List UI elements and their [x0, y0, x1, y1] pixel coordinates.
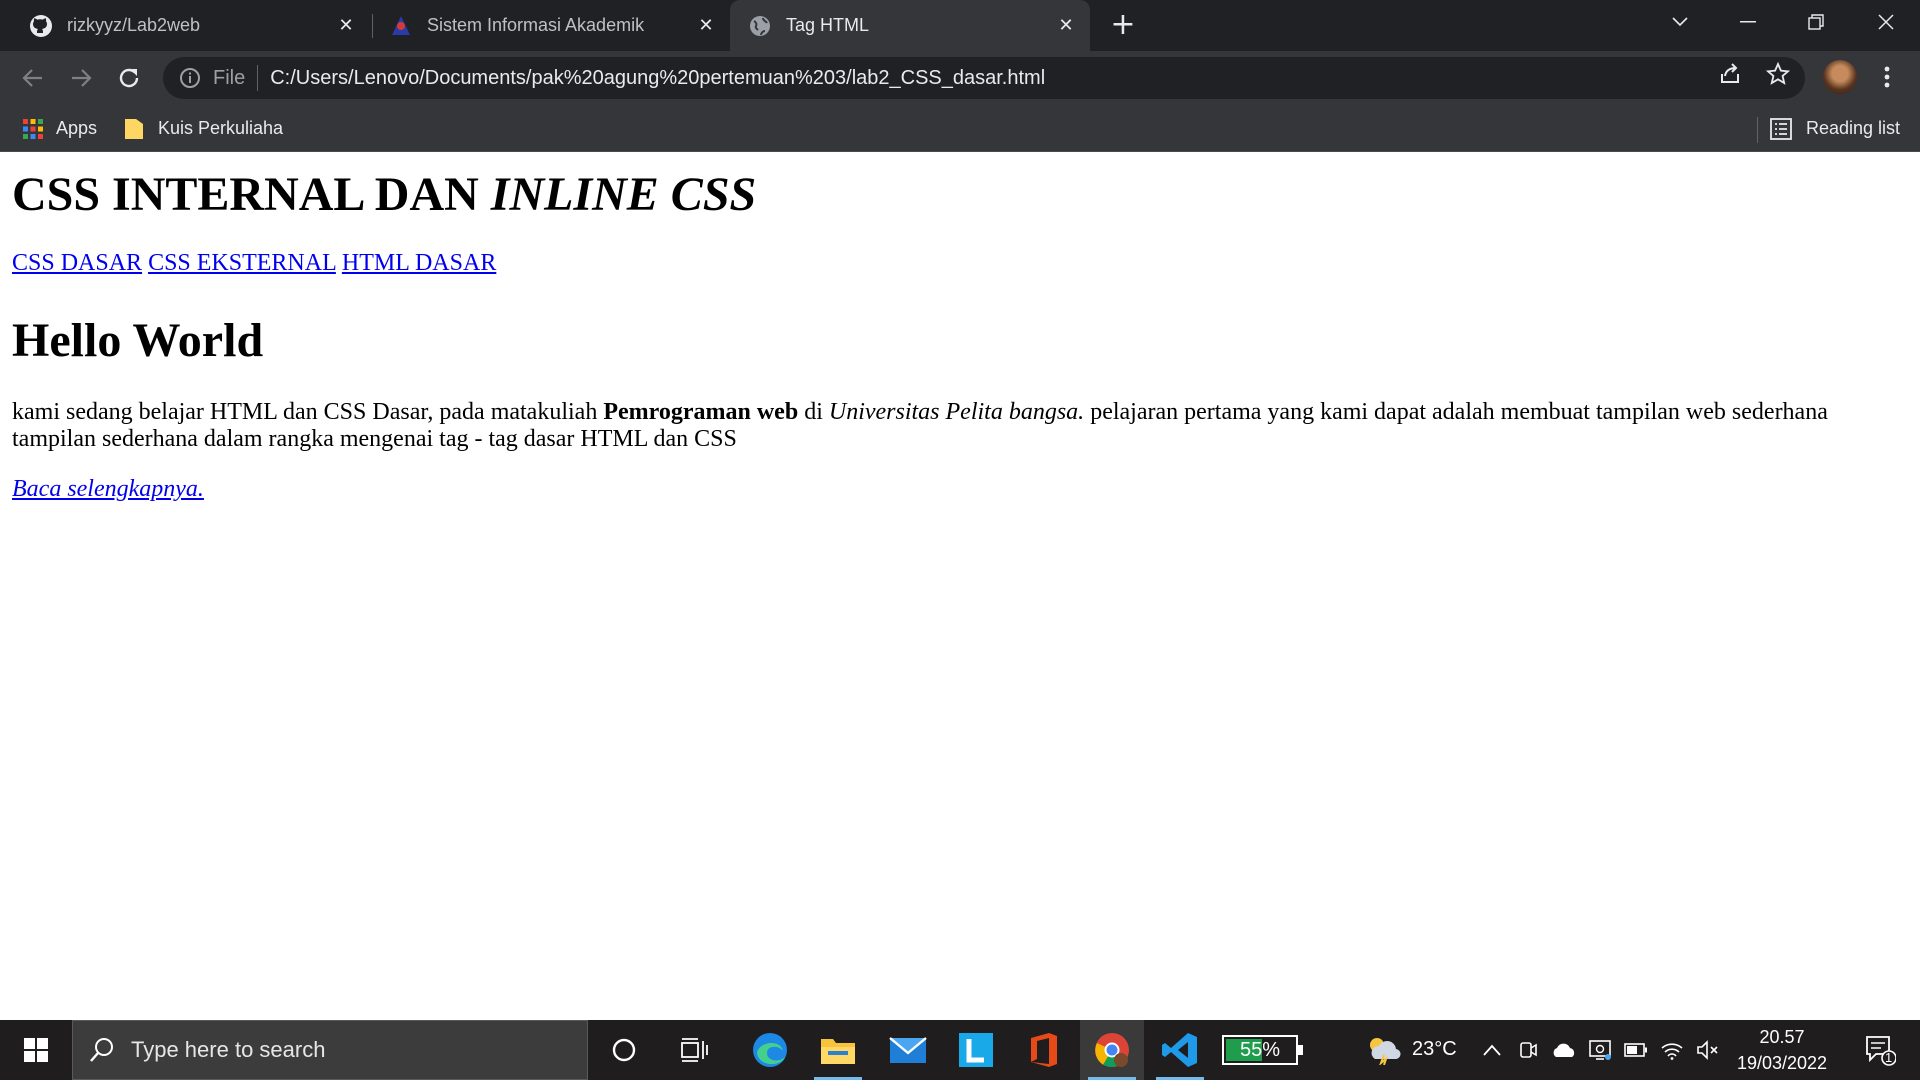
- battery-indicator[interactable]: 55%: [1222, 1035, 1303, 1065]
- tab-siakad[interactable]: Sistem Informasi Akademik ✕: [360, 0, 730, 51]
- tab-title: rizkyyz/Lab2web: [67, 15, 201, 35]
- weather-temp[interactable]: 23°C: [1412, 1038, 1457, 1061]
- nav-links: CSS DASAR CSS EKSTERNAL HTML DASAR: [12, 250, 496, 277]
- tab-tag-html[interactable]: Tag HTML ✕: [730, 0, 1090, 51]
- bookmarks-separator: [1757, 117, 1758, 143]
- battery-percent: 55%: [1239, 1039, 1281, 1061]
- menu-dots-icon[interactable]: [1872, 62, 1902, 92]
- intro-paragraph: kami sedang belajar HTML dan CSS Dasar, …: [12, 399, 1902, 453]
- l-app-icon[interactable]: [944, 1020, 1008, 1080]
- bookmark-apps[interactable]: Apps: [22, 105, 97, 152]
- vscode-icon[interactable]: [1148, 1020, 1212, 1080]
- link-css-dasar[interactable]: CSS DASAR: [12, 250, 142, 276]
- notification-count: 1: [1885, 1050, 1893, 1065]
- close-window-button[interactable]: [1858, 0, 1914, 44]
- forward-button[interactable]: [64, 61, 98, 95]
- tab-search-icon[interactable]: [1652, 0, 1708, 44]
- battery-tray-icon[interactable]: [1622, 1037, 1650, 1063]
- reading-list-label: Reading list: [1806, 118, 1901, 138]
- sync-display-icon[interactable]: [1586, 1037, 1614, 1063]
- office-icon[interactable]: [1012, 1020, 1076, 1080]
- tab-title: Tag HTML: [786, 15, 870, 35]
- paragraph-bold: Pemrograman web: [603, 399, 799, 425]
- globe-icon: [748, 14, 772, 38]
- chrome-icon[interactable]: [1080, 1020, 1144, 1080]
- task-view-icon[interactable]: [662, 1020, 726, 1080]
- info-icon[interactable]: [179, 67, 201, 89]
- web-page: CSS INTERNAL DAN INLINE CSS CSS DASAR CS…: [0, 153, 1920, 1020]
- windows-taskbar: Type here to search 55% 23°C 20.57 19/03…: [0, 1020, 1920, 1080]
- wifi-icon[interactable]: [1658, 1037, 1686, 1063]
- paragraph-text: kami sedang belajar HTML dan CSS Dasar, …: [12, 399, 604, 425]
- file-explorer-icon[interactable]: [806, 1020, 870, 1080]
- folder-icon: [124, 118, 144, 140]
- link-html-dasar[interactable]: HTML DASAR: [342, 250, 496, 276]
- bookmark-label: Kuis Perkuliaha: [158, 118, 284, 138]
- restore-button[interactable]: [1788, 0, 1844, 44]
- heading-italic-text: INLINE CSS: [490, 168, 757, 221]
- tab-title: Sistem Informasi Akademik: [427, 15, 645, 35]
- cortana-icon[interactable]: [592, 1020, 656, 1080]
- reading-list-icon: [1770, 117, 1792, 140]
- reading-list-button[interactable]: Reading list: [1770, 105, 1900, 152]
- minimize-button[interactable]: [1720, 0, 1776, 44]
- bookmark-star-icon[interactable]: [1763, 59, 1793, 89]
- notification-center-icon[interactable]: 1: [1855, 1020, 1905, 1080]
- github-icon: [29, 14, 53, 38]
- mail-icon[interactable]: [876, 1020, 940, 1080]
- browser-toolbar: File C:/Users/Lenovo/Documents/pak%20agu…: [0, 51, 1920, 105]
- apps-grid-icon: [22, 118, 44, 140]
- close-tab-icon[interactable]: ✕: [1052, 12, 1080, 40]
- chevron-up-icon[interactable]: [1478, 1037, 1506, 1063]
- bookmark-label: Apps: [56, 118, 98, 138]
- meet-now-icon[interactable]: [1514, 1037, 1542, 1063]
- taskbar-search[interactable]: Type here to search: [72, 1020, 588, 1080]
- tab-github[interactable]: rizkyyz/Lab2web ✕: [0, 0, 370, 51]
- weather-storm-icon[interactable]: [1366, 1037, 1402, 1065]
- bookmarks-bar: Apps Kuis Perkuliaha Reading list: [0, 105, 1920, 152]
- clock-time: 20.57: [1759, 1027, 1805, 1047]
- profile-avatar[interactable]: [1823, 60, 1857, 94]
- share-icon[interactable]: [1715, 59, 1745, 89]
- read-more-link[interactable]: Baca selengkapnya.: [12, 476, 204, 503]
- search-placeholder: Type here to search: [131, 1037, 326, 1062]
- new-tab-button[interactable]: +: [1108, 10, 1138, 41]
- heading-plain-text: CSS INTERNAL DAN: [12, 168, 491, 221]
- paragraph-text: di: [798, 399, 829, 425]
- tab-strip: rizkyyz/Lab2web ✕ Sistem Informasi Akade…: [0, 0, 1920, 51]
- campus-logo-icon: [389, 14, 413, 38]
- paragraph-italic: Universitas Pelita bangsa.: [828, 399, 1085, 425]
- close-tab-icon[interactable]: ✕: [332, 12, 360, 40]
- battery-nub: [1298, 1045, 1303, 1055]
- search-icon: [89, 1037, 115, 1063]
- close-tab-icon[interactable]: ✕: [692, 12, 720, 40]
- hello-heading: Hello World: [12, 314, 264, 367]
- url-text[interactable]: C:/Users/Lenovo/Documents/pak%20agung%20…: [270, 67, 1045, 90]
- clock-date: 19/03/2022: [1736, 1053, 1828, 1073]
- edge-icon[interactable]: [738, 1020, 802, 1080]
- taskbar-clock[interactable]: 20.57 19/03/2022: [1722, 1024, 1842, 1076]
- bookmark-kuis[interactable]: Kuis Perkuliaha: [124, 105, 283, 152]
- scheme-label: File: [213, 66, 246, 89]
- back-button[interactable]: [16, 61, 50, 95]
- volume-muted-icon[interactable]: [1694, 1037, 1722, 1063]
- page-heading: CSS INTERNAL DAN INLINE CSS: [12, 167, 756, 222]
- link-css-eksternal[interactable]: CSS EKSTERNAL: [148, 250, 336, 276]
- reload-button[interactable]: [112, 61, 146, 95]
- onedrive-icon[interactable]: [1550, 1037, 1578, 1063]
- address-divider: [257, 65, 259, 91]
- windows-start-icon[interactable]: [0, 1020, 72, 1080]
- address-bar[interactable]: File C:/Users/Lenovo/Documents/pak%20agu…: [163, 57, 1805, 99]
